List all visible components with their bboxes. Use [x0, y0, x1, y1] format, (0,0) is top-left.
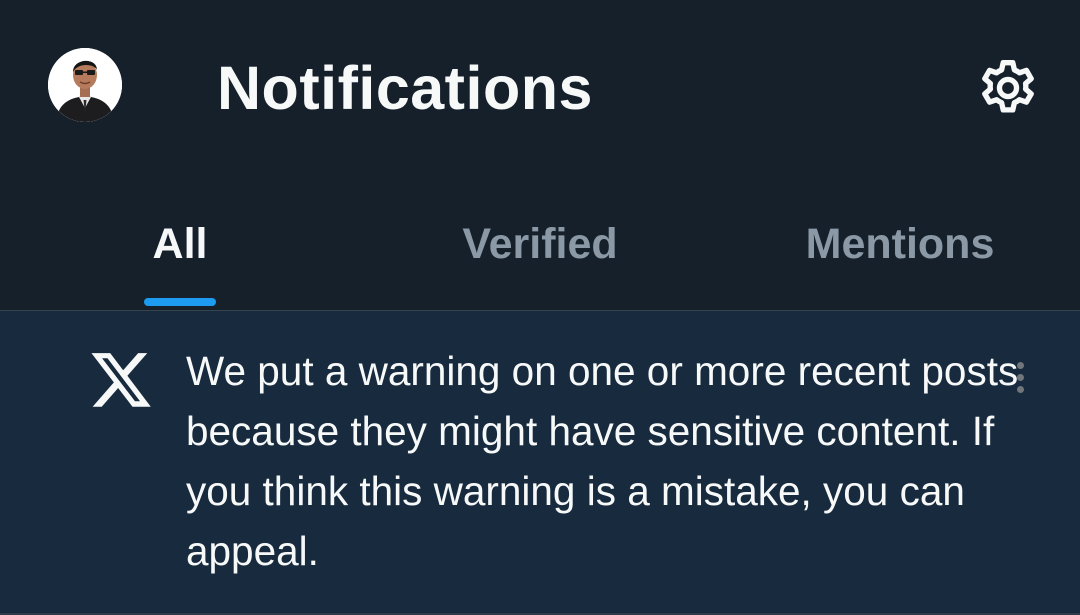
notification-text: We put a warning on one or more recent p… [186, 348, 1019, 574]
active-tab-indicator [144, 298, 216, 306]
x-logo-icon [88, 353, 154, 415]
gear-icon [982, 60, 1034, 113]
more-vertical-icon [1016, 361, 1024, 369]
tab-mentions-label: Mentions [805, 220, 995, 268]
more-options-button[interactable] [1004, 353, 1036, 401]
settings-button[interactable] [970, 50, 1046, 126]
notification-item[interactable]: We put a warning on one or more recent p… [0, 311, 1080, 613]
more-dot [1016, 385, 1024, 393]
avatar-photo [48, 48, 122, 122]
tab-all[interactable]: All [0, 178, 360, 310]
avatar[interactable] [48, 48, 122, 122]
page-title: Notifications [217, 54, 593, 122]
more-dot [1016, 373, 1024, 381]
tab-all-label: All [152, 220, 208, 268]
tab-verified-label: Verified [462, 220, 618, 268]
header: Notifications [0, 0, 1080, 178]
notification-tabs: All Verified Mentions [0, 178, 1080, 310]
tab-verified[interactable]: Verified [360, 178, 720, 310]
notifications-screen: Notifications All Verified Mentions We p… [0, 0, 1080, 615]
tab-mentions[interactable]: Mentions [720, 178, 1080, 310]
